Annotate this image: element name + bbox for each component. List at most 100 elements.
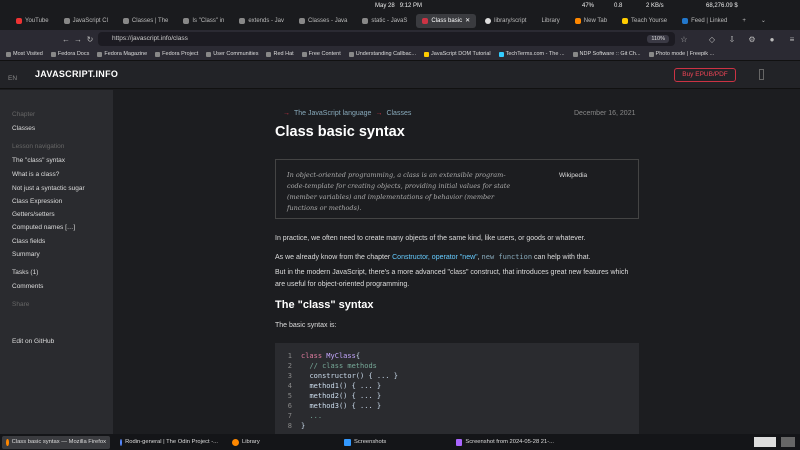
taskbar-discord-window[interactable]: Rodin-general | The Odin Project -... — [116, 436, 222, 449]
tab-classes-the[interactable]: Classes | The — [117, 14, 174, 28]
buy-epub-button[interactable]: Buy EPUB/PDF — [674, 68, 736, 82]
bookmark-item[interactable]: Fedora Project — [155, 51, 198, 57]
clock[interactable]: May 28 9:12 PM — [375, 3, 422, 9]
taskbar-firefox-window[interactable]: Class basic syntax — Mozilla Firefox — [2, 435, 110, 449]
taskbar-library-window[interactable]: Library — [228, 436, 334, 449]
paragraph-basic-syntax: The basic syntax is: — [275, 322, 337, 329]
browser-top-bar: May 28 9:12 PM 47% 0.8 2 KB/s 68,276.09 … — [0, 0, 800, 30]
folder-icon — [155, 51, 161, 57]
pocket-icon[interactable]: ◇ — [706, 35, 718, 44]
sidebar-item-what-is-class[interactable]: What is a class? — [12, 171, 59, 178]
tab-static[interactable]: static - JavaS — [356, 14, 413, 28]
bookmark-item[interactable]: Photo mode | Freepik ... — [648, 51, 714, 57]
edit-on-github-link[interactable]: Edit on GitHub — [12, 338, 54, 345]
sidebar-item-class-fields[interactable]: Class fields — [12, 238, 45, 245]
gear-icon — [6, 51, 11, 57]
code-line: 7 ... — [275, 411, 639, 421]
taskbar-screenshots-window[interactable]: Screenshots — [340, 436, 446, 449]
constructor-link[interactable]: Constructor, operator "new" — [392, 254, 478, 261]
url-bar[interactable]: https://javascript.info/class 110% — [98, 32, 675, 46]
tab-new-tab[interactable]: New Tab — [569, 14, 613, 28]
url-text: https://javascript.info/class — [112, 35, 188, 42]
tab-favicon — [362, 18, 369, 24]
tab-list-chevron-icon[interactable]: ⌄ — [755, 14, 772, 28]
language-selector[interactable]: EN — [8, 75, 17, 82]
workspace-switcher[interactable] — [754, 437, 776, 447]
taskbar: Class basic syntax — Mozilla Firefox Rod… — [0, 434, 800, 450]
breadcrumb-classes-link[interactable]: Classes — [386, 110, 411, 117]
article-date: December 16, 2021 — [574, 110, 636, 117]
code-class-name: MyClass — [326, 352, 356, 360]
quote-source-link[interactable]: Wikipedia — [559, 172, 587, 179]
battery-indicator: 47% — [582, 3, 595, 9]
forward-icon[interactable]: → — [72, 35, 84, 44]
paragraph-modern-class: But in the modern JavaScript, there's a … — [275, 269, 629, 288]
bookmark-icon — [348, 51, 354, 57]
tab-classes-java[interactable]: Classes - Java — [293, 14, 353, 28]
menu-icon[interactable]: ≡ — [786, 35, 798, 44]
breadcrumb-language-link[interactable]: The JavaScript language — [294, 110, 371, 117]
site-logo[interactable]: JAVASCRIPT.INFO — [35, 69, 118, 79]
bookmark-item[interactable]: JavaScript DOM Tutorial — [424, 51, 491, 57]
folder-icon — [266, 51, 272, 57]
code-line: 6 method3() { ... } — [275, 401, 639, 411]
sidebar-item-class-expression[interactable]: Class Expression — [12, 198, 62, 205]
tab-extends[interactable]: extends - Jav — [233, 14, 290, 28]
sidebar-item-class-syntax[interactable]: The "class" syntax — [12, 157, 65, 164]
sidebar-comments-link[interactable]: Comments — [12, 283, 43, 290]
tab-favicon — [63, 18, 70, 24]
downloads-icon[interactable]: ⇩ — [726, 35, 738, 44]
bookmark-item[interactable]: Fedora Magazine — [97, 51, 147, 57]
bookmark-item[interactable]: Fedora Docs — [50, 51, 89, 57]
section-heading: The "class" syntax — [275, 299, 374, 311]
tab-class-basic-active[interactable]: Class basic ✕ — [416, 14, 477, 28]
zoom-indicator[interactable]: 110% — [647, 35, 669, 43]
code-text: method3() { ... } — [309, 402, 382, 410]
bookmark-item[interactable]: NDP Software :: Git Ch... — [572, 51, 641, 57]
code-comment: // class methods — [309, 362, 377, 370]
new-tab-button[interactable]: + — [736, 14, 752, 28]
bookmark-item[interactable]: TechTerms.com - The ... — [498, 51, 565, 57]
sidebar-chapter-link[interactable]: Classes — [12, 125, 35, 132]
bookmark-item[interactable]: Understanding Callbac... — [348, 51, 416, 57]
paragraph-text: As we already know from the chapter — [275, 254, 393, 261]
back-icon[interactable]: ← — [60, 35, 72, 44]
system-bar: May 28 9:12 PM 47% 0.8 2 KB/s 68,276.09 … — [0, 0, 800, 14]
tab-strip: YouTube JavaScript Cl Classes | The Is "… — [0, 14, 800, 30]
close-tab-icon[interactable]: ✕ — [465, 14, 470, 28]
page-title: Class basic syntax — [275, 124, 405, 140]
extensions-icon[interactable]: ⚙ — [746, 35, 758, 44]
bookmark-item[interactable]: Red Hat — [266, 51, 294, 57]
sidebar-item-summary[interactable]: Summary — [12, 251, 40, 258]
reload-icon[interactable]: ↻ — [84, 35, 96, 44]
sidebar-item-computed-names[interactable]: Computed names […] — [12, 224, 75, 231]
bookmark-item[interactable]: User Communities — [206, 51, 258, 57]
tab-youtube[interactable]: YouTube — [10, 14, 55, 28]
code-text: { — [355, 352, 361, 360]
bookmark-star-icon[interactable]: ☆ — [678, 35, 690, 44]
code-line: 4 method1() { ... } — [275, 381, 639, 391]
tab-library[interactable]: Library — [535, 14, 565, 28]
taskbar-screenshot-viewer[interactable]: Screenshot from 2024-05-28 21-... — [452, 436, 558, 449]
book-icon[interactable] — [759, 69, 764, 80]
workspace-switcher-2[interactable] — [781, 437, 795, 447]
sidebar-item-syntactic-sugar[interactable]: Not just a syntactic sugar — [12, 185, 85, 192]
network-indicator: 2 KB/s — [646, 3, 664, 9]
bookmark-icon — [424, 51, 430, 57]
bookmark-item[interactable]: Free Content — [301, 51, 341, 57]
code-block[interactable]: 1 class MyClass { 2 // class methods 3 co… — [275, 343, 639, 434]
account-icon[interactable]: ● — [766, 35, 778, 44]
tab-linkedin[interactable]: Feed | Linked — [676, 14, 733, 28]
sidebar-tasks-link[interactable]: Tasks (1) — [12, 269, 38, 276]
bookmark-icon — [97, 51, 103, 57]
tab-teach-yourself[interactable]: Teach Yourse — [616, 14, 673, 28]
folder-icon — [344, 438, 351, 446]
bookmark-item[interactable]: Most Visited — [6, 51, 43, 57]
tab-library-script[interactable]: library/script — [479, 14, 532, 28]
tab-javascript-cl[interactable]: JavaScript Cl — [58, 14, 114, 28]
sidebar-item-getters-setters[interactable]: Getters/setters — [12, 211, 55, 218]
tab-is-class[interactable]: Is "Class" in — [177, 14, 230, 28]
tab-favicon — [122, 18, 129, 24]
paragraph-text: can help with that. — [532, 254, 591, 261]
line-number: 2 — [287, 362, 292, 370]
